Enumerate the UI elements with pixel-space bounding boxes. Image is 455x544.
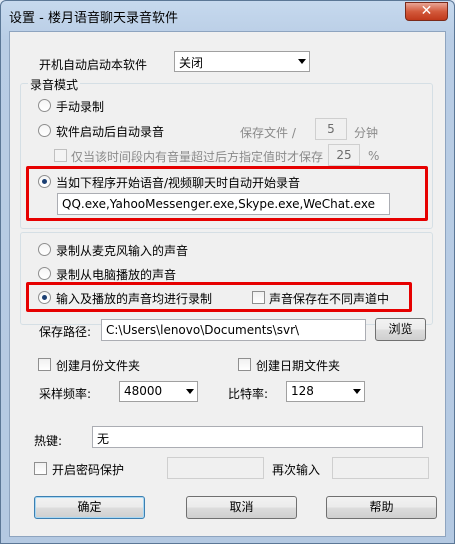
startup-select-value: 关闭 <box>179 56 204 70</box>
chevron-down-icon <box>298 59 306 64</box>
radio-speaker-label: 录制从电脑播放的声音 <box>56 268 177 282</box>
highlight-box-programs <box>26 166 428 221</box>
chevron-down-icon <box>353 389 361 394</box>
radio-mic[interactable] <box>38 243 51 256</box>
ok-button[interactable]: 确定 <box>34 496 145 519</box>
chevron-down-icon <box>186 389 194 394</box>
radio-manual-label: 手动录制 <box>56 100 105 114</box>
hotkey-label: 热键: <box>34 434 63 448</box>
radio-mic-label: 录制从麦克风输入的声音 <box>56 244 189 258</box>
bitrate-value: 128 <box>291 384 314 398</box>
hotkey-input[interactable]: 无 <box>92 426 423 448</box>
cancel-button[interactable]: 取消 <box>186 496 297 519</box>
radio-auto-on-start[interactable] <box>38 124 51 137</box>
daily-folder-label: 创建日期文件夹 <box>256 359 341 373</box>
save-every-input[interactable]: 5 <box>315 118 347 140</box>
daily-folder-checkbox[interactable] <box>238 358 251 371</box>
only-when-volume-label: 仅当该时间段内有音量超过后方指定值时才保存 <box>71 150 324 164</box>
help-button[interactable]: 帮助 <box>326 496 437 519</box>
radio-speaker[interactable] <box>38 267 51 280</box>
startup-select[interactable]: 关闭 <box>174 51 310 72</box>
bitrate-select[interactable]: 128 <box>286 381 365 402</box>
sample-rate-select[interactable]: 48000 <box>119 381 198 402</box>
volume-threshold-input[interactable]: 25 <box>328 144 360 166</box>
radio-manual[interactable] <box>38 99 51 112</box>
sample-rate-value: 48000 <box>124 384 163 398</box>
sample-rate-label: 采样频率: <box>39 387 92 401</box>
browse-button[interactable]: 浏览 <box>375 318 426 341</box>
window-title: 设置 - 楼月语音聊天录音软件 <box>9 11 178 26</box>
monthly-folder-label: 创建月份文件夹 <box>56 359 141 373</box>
radio-auto-on-start-label: 软件启动后自动录音 <box>56 125 165 139</box>
save-path-input[interactable]: C:\Users\lenovo\Documents\svr\ <box>101 319 366 341</box>
title-bar[interactable]: 设置 - 楼月语音聊天录音软件 ✕ <box>1 1 454 31</box>
password-label: 开启密码保护 <box>52 463 125 477</box>
bitrate-label: 比特率: <box>228 387 269 401</box>
password-repeat-label: 再次输入 <box>272 463 321 477</box>
volume-threshold-unit: % <box>368 149 380 163</box>
settings-window: 设置 - 楼月语音聊天录音软件 ✕ 开机自动启动本软件 关闭 录音模式 手动录制… <box>0 0 455 544</box>
password-input[interactable] <box>167 457 264 479</box>
highlight-box-source <box>26 282 412 312</box>
record-mode-title: 录音模式 <box>28 76 81 93</box>
save-every-label: 保存文件 / <box>240 126 296 140</box>
only-when-volume-checkbox[interactable] <box>54 149 67 162</box>
settings-panel: 开机自动启动本软件 关闭 录音模式 手动录制 软件启动后自动录音 保存文件 / … <box>9 31 446 537</box>
close-button[interactable]: ✕ <box>405 2 448 21</box>
save-path-label: 保存路径: <box>39 325 92 339</box>
monthly-folder-checkbox[interactable] <box>38 358 51 371</box>
password-repeat-input[interactable] <box>332 457 429 479</box>
save-every-unit: 分钟 <box>354 126 379 140</box>
password-checkbox[interactable] <box>34 462 47 475</box>
startup-label: 开机自动启动本软件 <box>39 58 148 72</box>
